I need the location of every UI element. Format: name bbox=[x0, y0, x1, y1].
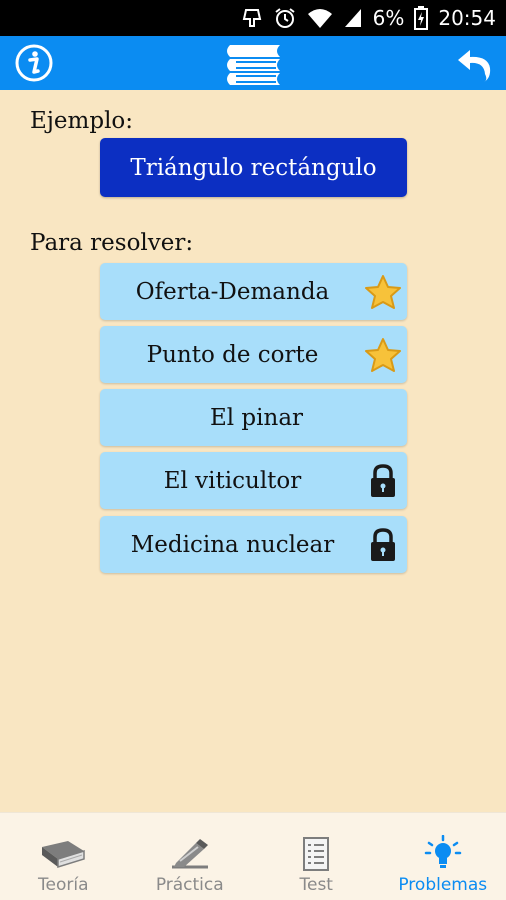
tab-test[interactable]: Test bbox=[253, 813, 380, 900]
problem-item-medicina-nuclear[interactable]: Medicina nuclear bbox=[100, 516, 407, 573]
lightbulb-icon bbox=[423, 835, 463, 873]
alarm-icon bbox=[273, 6, 297, 30]
problem-item-oferta-demanda[interactable]: Oferta-Demanda bbox=[100, 263, 407, 320]
star-icon bbox=[359, 326, 407, 383]
tab-problemas[interactable]: Problemas bbox=[380, 813, 506, 900]
back-button[interactable] bbox=[454, 44, 494, 84]
test-sheet-icon bbox=[301, 835, 331, 873]
tab-label: Test bbox=[299, 875, 333, 895]
battery-percentage: 6% bbox=[372, 6, 405, 30]
back-arrow-icon bbox=[458, 50, 491, 82]
tab-teoria[interactable]: Teoría bbox=[0, 813, 127, 900]
tab-label: Teoría bbox=[38, 875, 89, 895]
wifi-icon bbox=[307, 7, 333, 29]
tab-practica[interactable]: Práctica bbox=[127, 813, 254, 900]
battery-charging-icon bbox=[414, 6, 429, 30]
books-icon bbox=[222, 41, 286, 87]
example-button[interactable]: Triángulo rectángulo bbox=[100, 138, 407, 197]
info-button[interactable] bbox=[14, 43, 54, 83]
example-heading: Ejemplo: bbox=[30, 108, 134, 134]
app-bar bbox=[0, 36, 506, 90]
clock-time: 20:54 bbox=[438, 6, 496, 30]
book-icon bbox=[38, 835, 88, 873]
problem-label: Punto de corte bbox=[146, 341, 319, 368]
problem-label: Oferta-Demanda bbox=[135, 278, 330, 305]
lock-icon bbox=[359, 516, 407, 573]
problem-item-el-viticultor[interactable]: El viticultor bbox=[100, 452, 407, 509]
problem-label: El pinar bbox=[209, 404, 304, 431]
tab-label: Práctica bbox=[155, 875, 224, 895]
problem-label: Medicina nuclear bbox=[130, 531, 335, 558]
tab-label: Problemas bbox=[398, 875, 488, 895]
lock-icon bbox=[359, 452, 407, 509]
status-bar: 6% 20:54 bbox=[0, 0, 506, 36]
signal-icon bbox=[343, 7, 363, 29]
star-icon bbox=[359, 263, 407, 320]
problems-heading: Para resolver: bbox=[30, 230, 194, 256]
info-icon bbox=[15, 44, 53, 82]
problem-label: El viticultor bbox=[163, 467, 302, 494]
problem-item-el-pinar[interactable]: El pinar bbox=[100, 389, 407, 446]
pencil-icon bbox=[168, 835, 212, 873]
bottom-navigation: Teoría Práctica Test Problemas bbox=[0, 812, 506, 900]
problem-item-punto-de-corte[interactable]: Punto de corte bbox=[100, 326, 407, 383]
notification-icon bbox=[241, 7, 263, 29]
